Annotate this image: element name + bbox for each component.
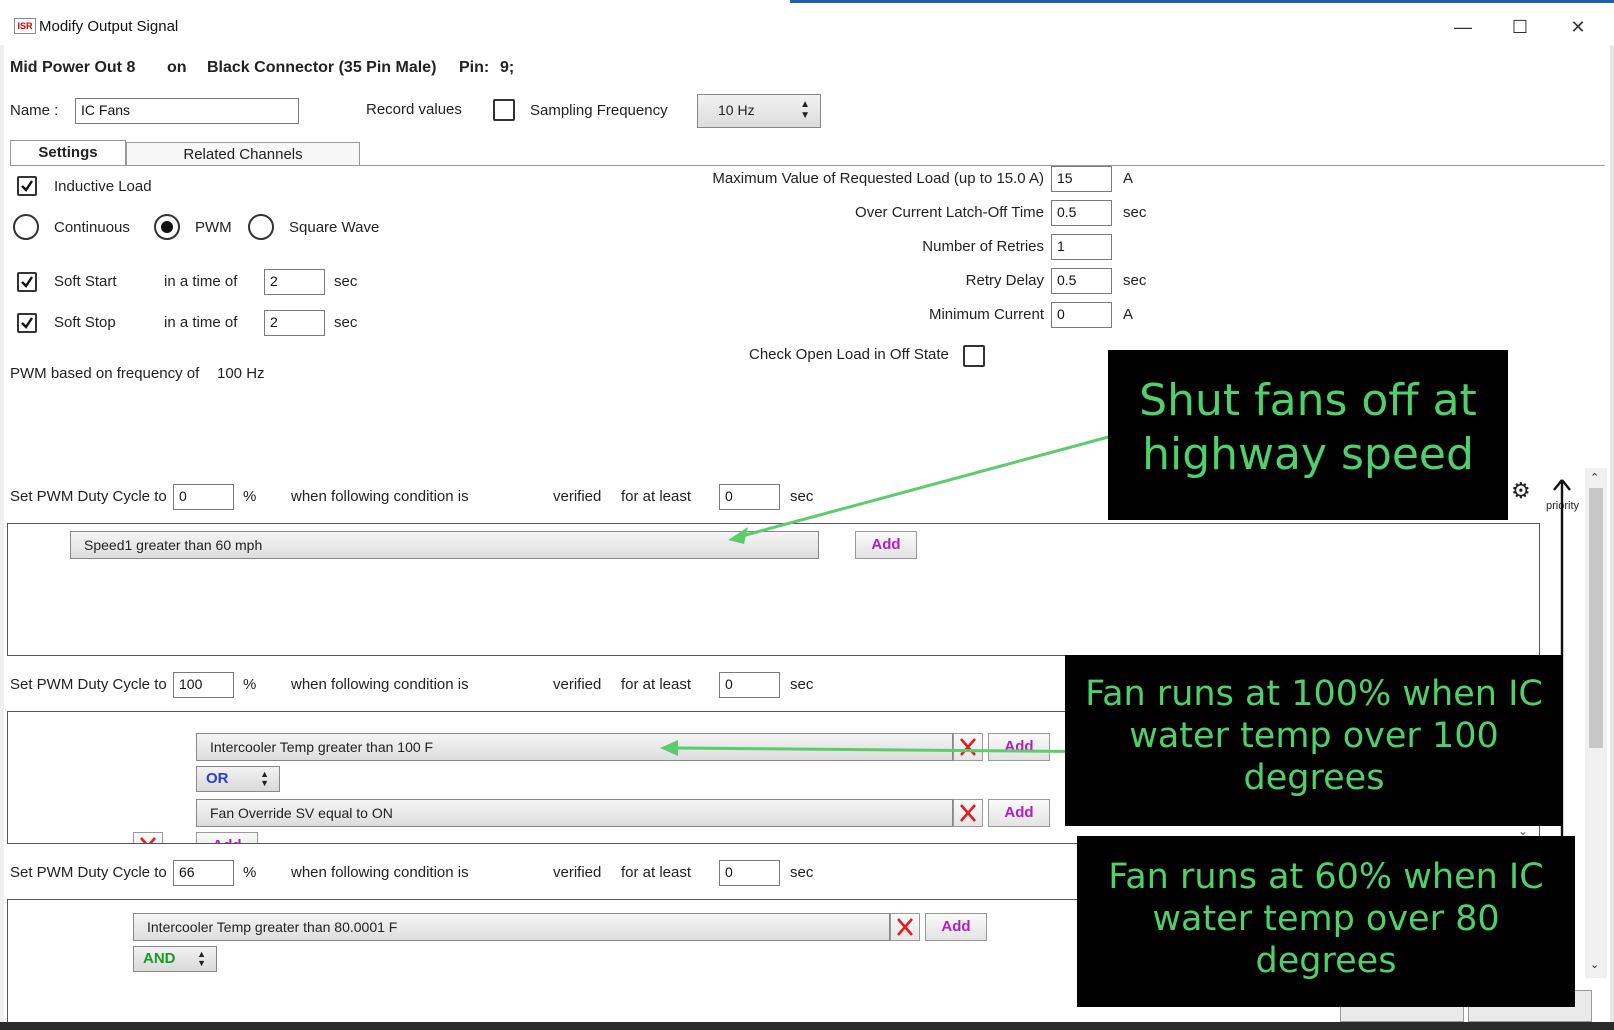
callout-highway-line1: Shut fans off at xyxy=(1139,375,1477,426)
callout-100: Fan runs at 100% when IC water temp over… xyxy=(1065,655,1563,826)
arrow-100-head xyxy=(660,740,678,756)
callout-60: Fan runs at 60% when IC water temp over … xyxy=(1077,836,1575,1007)
arrow-highway-line xyxy=(741,430,1128,538)
callout-100-line2: water temp over 100 xyxy=(1129,716,1499,756)
callout-100-line1: Fan runs at 100% when IC xyxy=(1085,674,1543,714)
callout-highway-line2: highway speed xyxy=(1142,429,1474,480)
callout-60-line2: water temp over 80 xyxy=(1152,899,1500,939)
callout-highway: Shut fans off at highway speed xyxy=(1108,350,1508,520)
modify-output-signal-window: ISR Modify Output Signal — ☐ ✕ Mid Power… xyxy=(0,0,1614,1030)
callout-60-line3: degrees xyxy=(1255,941,1397,981)
arrow-highway-head xyxy=(728,527,748,544)
callout-100-line3: degrees xyxy=(1243,758,1385,798)
callout-60-line1: Fan runs at 60% when IC xyxy=(1108,857,1544,897)
